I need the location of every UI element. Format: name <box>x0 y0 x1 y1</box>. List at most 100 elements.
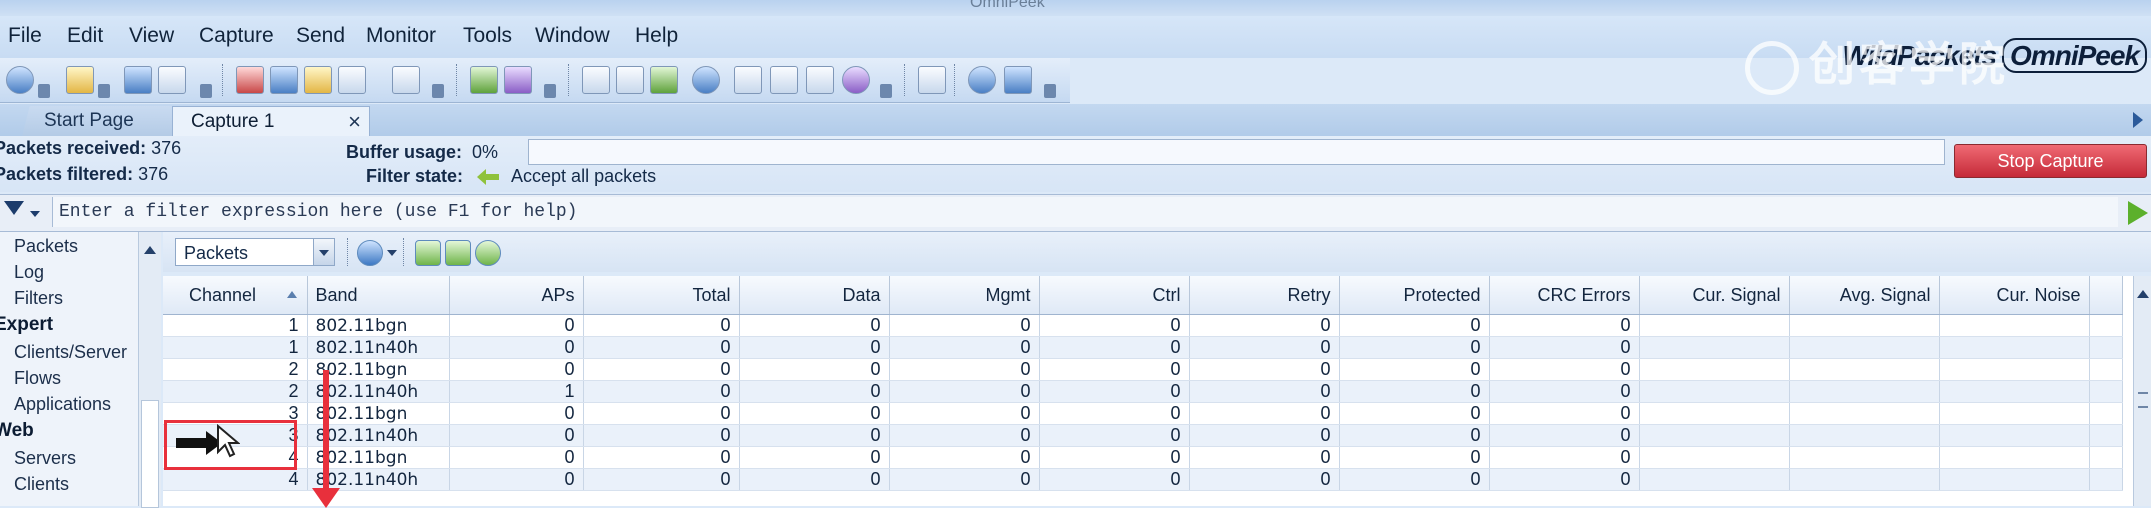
connect-dropdown-icon[interactable] <box>38 84 50 98</box>
column-header-band[interactable]: Band <box>307 276 450 315</box>
print-icon[interactable] <box>158 66 186 94</box>
capture-toolbar-overflow-icon[interactable] <box>432 84 444 98</box>
column-header-cur-signal[interactable]: Cur. Signal <box>1639 276 1790 315</box>
refresh-icon[interactable] <box>357 240 383 266</box>
send-selected-icon[interactable] <box>504 66 532 94</box>
connect-icon[interactable] <box>6 66 34 94</box>
table-cell: 0 <box>1039 424 1190 447</box>
table-cell: 0 <box>889 468 1040 491</box>
column-header-retry[interactable]: Retry <box>1189 276 1340 315</box>
export-icon[interactable] <box>445 240 471 266</box>
table-cell <box>1939 314 2090 337</box>
statistics-icon[interactable] <box>582 66 610 94</box>
view-selector[interactable]: Packets <box>175 238 335 266</box>
table-cell: 0 <box>889 336 1040 359</box>
file-toolbar-overflow-icon[interactable] <box>200 84 212 98</box>
tab-capture-1[interactable]: Capture 1 × <box>172 106 370 137</box>
filter-dropdown-icon[interactable] <box>30 211 40 217</box>
new-capture-icon[interactable] <box>236 66 264 94</box>
whats-this-icon[interactable] <box>1004 66 1032 94</box>
scroll-up-icon[interactable] <box>144 246 156 254</box>
wireless-icon[interactable] <box>842 66 870 94</box>
nav-flows[interactable]: Flows <box>14 368 61 389</box>
scroll-up-icon[interactable] <box>2137 290 2149 298</box>
apply-filter-icon[interactable] <box>2128 201 2148 225</box>
column-header-aps[interactable]: APs <box>449 276 584 315</box>
scroll-grip-icon[interactable] <box>2138 392 2148 408</box>
menu-view[interactable]: View <box>129 24 174 48</box>
column-header-channel[interactable]: Channel <box>163 276 308 315</box>
help-toolbar-overflow-icon[interactable] <box>1044 84 1056 98</box>
column-header-ctrl[interactable]: Ctrl <box>1039 276 1190 315</box>
probe-icon[interactable] <box>806 66 834 94</box>
table-row[interactable]: 2 802.11n40h 1 0 0 0 0 0 0 0 <box>163 380 2123 403</box>
add-row-icon[interactable] <box>415 240 441 266</box>
refresh-dropdown-icon[interactable] <box>387 250 397 256</box>
send-packet-icon[interactable] <box>470 66 498 94</box>
menu-help[interactable]: Help <box>635 24 678 48</box>
table-row[interactable]: 2 802.11bgn 0 0 0 0 0 0 0 0 <box>163 358 2123 381</box>
menu-edit[interactable]: Edit <box>67 24 103 48</box>
menu-monitor[interactable]: Monitor <box>366 24 436 48</box>
nav-clients-server[interactable]: Clients/Server <box>14 342 127 363</box>
column-header-mgmt[interactable]: Mgmt <box>889 276 1040 315</box>
column-header-avg-signal[interactable]: Avg. Signal <box>1789 276 1940 315</box>
column-header-data[interactable]: Data <box>739 276 890 315</box>
close-icon[interactable]: × <box>348 107 361 137</box>
table-cell: 0 <box>739 314 890 337</box>
table-row[interactable]: 4 802.11bgn 0 0 0 0 0 0 0 0 <box>163 446 2123 469</box>
nav-applications[interactable]: Applications <box>14 394 111 415</box>
chevron-down-icon[interactable] <box>313 239 334 265</box>
nav-packets[interactable]: Packets <box>14 236 78 257</box>
node-icon[interactable] <box>650 66 678 94</box>
nav-scroll-thumb[interactable] <box>141 400 159 508</box>
nav-group-expert[interactable]: Expert <box>0 314 53 336</box>
nav-group-web[interactable]: Web <box>0 420 34 442</box>
filter-funnel-icon[interactable] <box>4 201 24 215</box>
tab-scroll-right-icon[interactable] <box>2133 112 2143 128</box>
nav-log[interactable]: Log <box>14 262 44 283</box>
send-toolbar-overflow-icon[interactable] <box>544 84 556 98</box>
table-scrollbar[interactable] <box>2133 276 2151 506</box>
filter-expression-input[interactable] <box>52 197 2118 227</box>
save-icon[interactable] <box>124 66 152 94</box>
nav-filters[interactable]: Filters <box>14 288 63 309</box>
menu-capture[interactable]: Capture <box>199 24 274 48</box>
menu-window[interactable]: Window <box>535 24 610 48</box>
nav-servers[interactable]: Servers <box>14 448 76 469</box>
menu-send[interactable]: Send <box>296 24 345 48</box>
help-icon[interactable] <box>968 66 996 94</box>
menu-file[interactable]: File <box>8 24 42 48</box>
table-row[interactable]: 3 802.11n40h 0 0 0 0 0 0 0 0 <box>163 424 2123 447</box>
stop-capture-button[interactable]: Stop Capture <box>1954 144 2147 178</box>
table-row[interactable]: 3 802.11bgn 0 0 0 0 0 0 0 0 <box>163 402 2123 425</box>
open-dropdown-icon[interactable] <box>98 84 110 98</box>
nav-clients[interactable]: Clients <box>14 474 69 495</box>
column-header-protected[interactable]: Protected <box>1339 276 1490 315</box>
summary-icon[interactable] <box>734 66 762 94</box>
table-row[interactable]: 1 802.11n40h 0 0 0 0 0 0 0 0 <box>163 336 2123 359</box>
options-icon[interactable] <box>475 240 501 266</box>
capture-file-icon[interactable] <box>338 66 366 94</box>
menu-tools[interactable]: Tools <box>463 24 512 48</box>
column-header-crc-errors[interactable]: CRC Errors <box>1489 276 1640 315</box>
network-icon[interactable] <box>616 66 644 94</box>
open-folder-icon[interactable] <box>66 66 94 94</box>
table-cell-filler <box>2089 314 2123 337</box>
bar-chart-icon[interactable] <box>770 66 798 94</box>
pie-chart-icon[interactable] <box>692 66 720 94</box>
tab-start-page[interactable]: Start Page <box>22 106 186 136</box>
table-cell: 0 <box>1339 314 1490 337</box>
decode-icon[interactable] <box>918 66 946 94</box>
table-row[interactable]: 1 802.11bgn 0 0 0 0 0 0 0 0 <box>163 314 2123 337</box>
table-cell: 0 <box>583 336 740 359</box>
monitor-icon[interactable] <box>392 66 420 94</box>
column-header-cur-noise[interactable]: Cur. Noise <box>1939 276 2090 315</box>
monitor-toolbar-overflow-icon[interactable] <box>880 84 892 98</box>
capture-options-icon[interactable] <box>304 66 332 94</box>
table-row[interactable]: 4 802.11n40h 0 0 0 0 0 0 0 0 <box>163 468 2123 491</box>
brand-right: OmniPeek <box>2002 38 2147 73</box>
capture-filter-icon[interactable] <box>270 66 298 94</box>
column-header-total[interactable]: Total <box>583 276 740 315</box>
nav-scrollbar[interactable] <box>138 232 161 508</box>
